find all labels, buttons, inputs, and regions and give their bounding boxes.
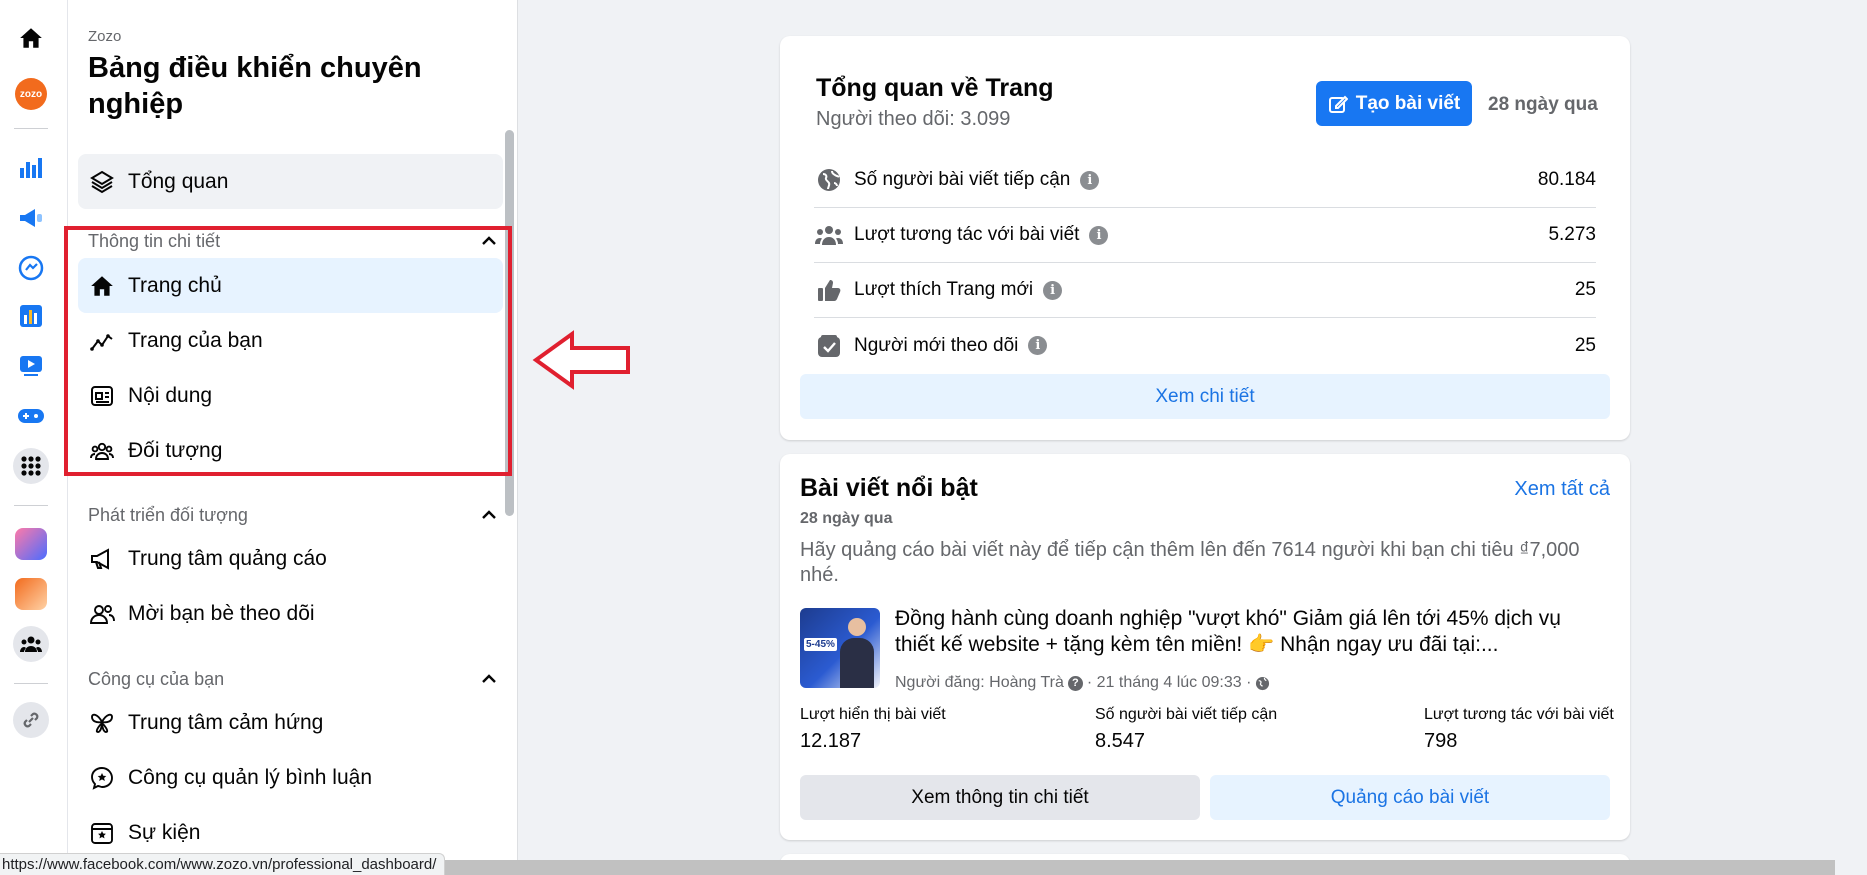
gaming-icon[interactable] [13,398,49,434]
stat-label: Lượt tương tác với bài viết [1424,706,1614,723]
groups-icon[interactable] [13,626,49,662]
info-icon[interactable]: i [1043,280,1063,300]
metric-label: Số người bài viết tiếp cận [854,169,1071,190]
metric-row-engagement: Lượt tương tác với bài viết i 5.273 [814,208,1596,263]
stat-value: 8.547 [1095,730,1146,752]
boost-post-button[interactable]: Quảng cáo bài viết [1210,775,1610,820]
sidebar-item-label: Mời bạn bè theo dõi [128,601,315,625]
link-icon[interactable] [13,702,49,738]
stat-impressions: Lượt hiển thị bài viết 12.187 [800,706,946,753]
view-insights-button[interactable]: Xem thông tin chi tiết [800,775,1200,820]
create-post-label: Tạo bài viết [1355,92,1461,114]
butterfly-icon [88,709,116,737]
info-icon[interactable]: i [1080,170,1100,190]
metric-label: Lượt thích Trang mới [854,279,1034,300]
metric-value: 5.273 [1548,224,1596,245]
sidebar-item-label: Trung tâm cảm hứng [128,710,324,734]
stat-value: 12.187 [800,730,862,752]
page-overview-card: Tổng quan về Trang Người theo dõi: 3.099… [780,36,1630,440]
chevron-up-icon[interactable] [480,670,498,688]
stat-label: Số người bài viết tiếp cận [1095,706,1278,723]
zozo-avatar[interactable]: zozo [13,76,49,112]
page-brand-name: Zozo [88,28,122,45]
section-title: Công cụ của bạn [88,668,225,689]
promo-text: Hãy quảng cáo bài viết này để tiếp cận t… [800,539,1580,586]
invite-friends-icon [88,600,116,628]
post-time[interactable]: · 21 tháng 4 lúc 09:33 · [1087,674,1252,692]
people-icon [814,220,844,250]
sidebar-item-comment-manager[interactable]: Công cụ quản lý bình luận [78,750,503,805]
info-icon[interactable]: i [1089,225,1109,245]
sidebar-item-inspiration-hub[interactable]: Trung tâm cảm hứng [78,695,503,750]
post-author: Người đăng: Hoàng Trà [895,674,1064,691]
thumbs-up-icon [814,275,844,305]
rail-divider [14,683,48,684]
zozo-brand-badge: zozo [15,78,47,110]
all-tools-grid-icon[interactable] [13,448,49,484]
app-avatar-2[interactable] [13,576,49,612]
date-range-label[interactable]: 28 ngày qua [1488,94,1598,116]
stat-reach: Số người bài viết tiếp cận 8.547 [1095,706,1277,753]
overview-title: Tổng quan về Trang [816,74,1054,102]
post-meta: Người đăng: Hoàng Trà ? · 21 tháng 4 lúc… [895,674,1270,692]
sidebar-title: Bảng điều khiển chuyên nghiệp [88,52,422,120]
metric-row-new-followers: Người mới theo dõi i 25 [814,318,1596,373]
insights-bar-icon[interactable] [13,150,49,186]
question-icon[interactable]: ? [1067,675,1083,691]
followers-count: Người theo dõi: 3.099 [816,108,1011,130]
metric-row-reach: Số người bài viết tiếp cận i 80.184 [814,153,1596,208]
metric-value: 25 [1574,279,1596,300]
follow-check-icon [814,331,844,361]
sidebar-item-invite-friends[interactable]: Mời bạn bè theo dõi [78,586,503,641]
messenger-icon[interactable] [13,250,49,286]
metric-value: 80.184 [1537,169,1596,190]
stat-engagement: Lượt tương tác với bài viết 798 [1424,706,1614,753]
section-header-audience-growth[interactable]: Phát triển đối tượng [88,502,498,528]
home-icon[interactable] [13,20,49,56]
thumbnail-discount-tag: 5-45% [804,638,837,651]
public-globe-icon [1255,676,1270,691]
metric-row-new-likes: Lượt thích Trang mới i 25 [814,263,1596,318]
video-icon[interactable] [13,348,49,384]
sidebar-item-label: Trung tâm quảng cáo [128,546,327,570]
sidebar-item-label: Sự kiện [128,820,201,844]
layers-icon [88,168,116,196]
sidebar-item-ad-center[interactable]: Trung tâm quảng cáo [78,531,503,586]
metric-value: 25 [1574,334,1596,356]
stat-label: Lượt hiển thị bài viết [800,706,946,723]
sidebar-item-events[interactable]: Sự kiện [78,805,503,860]
featured-title: Bài viết nổi bật [800,474,978,502]
reports-icon[interactable] [13,298,49,334]
sidebar-item-label: Công cụ quản lý bình luận [128,765,373,789]
comment-star-icon [88,764,116,792]
rail-divider [14,128,48,129]
sidebar-item-overview[interactable]: Tổng quan [78,154,503,209]
featured-period: 28 ngày qua [800,510,893,527]
app-avatar-1[interactable] [13,526,49,562]
see-all-link[interactable]: Xem tất cả [1514,478,1610,501]
section-header-your-tools[interactable]: Công cụ của bạn [88,666,498,692]
megaphone-icon [88,545,116,573]
featured-post-card: Bài viết nổi bật Xem tất cả 28 ngày qua … [780,454,1630,840]
create-post-button[interactable]: Tạo bài viết [1316,81,1472,126]
sidebar-item-label: Tổng quan [128,169,229,193]
app-rail: zozo [0,0,68,875]
ads-megaphone-icon[interactable] [13,200,49,236]
annotation-highlight-box [64,226,512,476]
stat-value: 798 [1424,730,1458,752]
calendar-star-icon [88,819,116,847]
metric-label: Lượt tương tác với bài viết [854,224,1080,245]
section-title: Phát triển đối tượng [88,504,248,525]
see-details-button[interactable]: Xem chi tiết [800,374,1610,419]
metric-label: Người mới theo dõi [854,334,1019,356]
info-icon[interactable]: i [1028,336,1048,355]
status-bar-url: https://www.facebook.com/www.zozo.vn/pro… [0,853,446,875]
globe-icon [814,165,844,195]
annotation-arrow-icon [532,330,630,390]
chevron-up-icon[interactable] [480,506,498,524]
rail-divider [14,505,48,506]
edit-icon [1328,94,1348,114]
post-thumbnail[interactable]: 5-45% [800,608,880,688]
post-text[interactable]: Đồng hành cùng doanh nghiệp "vượt khó" G… [895,606,1595,658]
